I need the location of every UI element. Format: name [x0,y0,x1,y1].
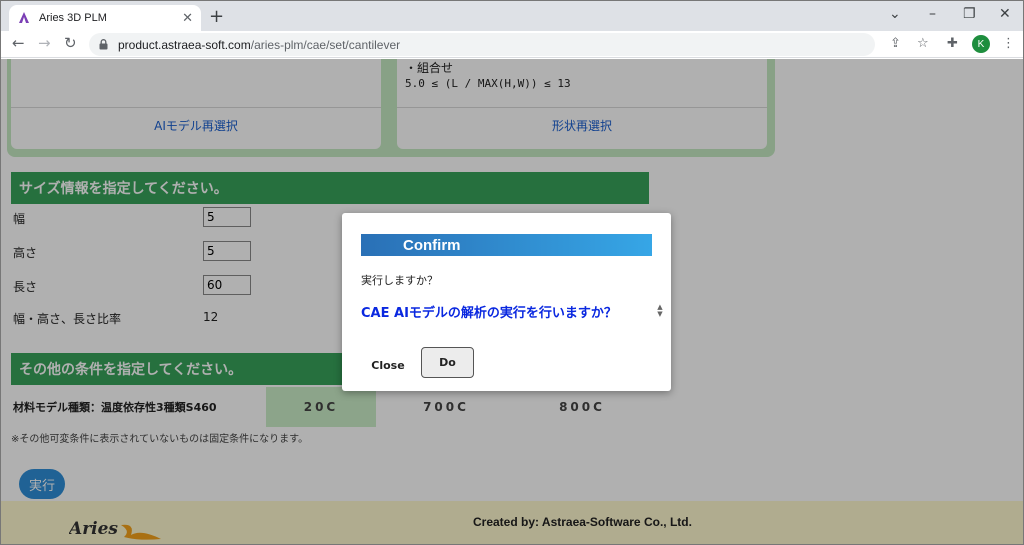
close-icon[interactable]: ✕ [182,11,193,26]
star-icon[interactable]: ☆ [917,36,929,51]
close-window-icon[interactable]: ✕ [999,6,1011,22]
dialog-subtitle: 実行しますか？ [361,274,438,287]
plus-icon[interactable]: + [209,6,224,27]
tab-title: Aries 3D PLM [39,12,107,24]
kebab-menu-icon[interactable]: ⋮ [1002,36,1015,51]
chevron-down-icon[interactable]: ⌄ [889,6,901,22]
tab-strip: Aries 3D PLM ✕ + ⌄ – ❐ ✕ [1,1,1023,31]
lock-icon [99,39,108,50]
dialog-question: CAE AIモデルの解析の実行を行いますか？ [361,306,617,321]
minimize-icon[interactable]: – [929,6,936,22]
back-arrow-icon[interactable]: ← [12,34,25,52]
do-button[interactable]: Do [421,347,474,378]
confirm-dialog: Confirm 実行しますか？ CAE AIモデルの解析の実行を行いますか？ ▲… [342,213,671,391]
browser-window: Aries 3D PLM ✕ + ⌄ – ❐ ✕ ← → ↻ product.a… [0,0,1024,545]
scroll-spinner-icon[interactable]: ▲ ▼ [654,304,666,320]
page-content: AIモデル再選択 ・組合せ 5.0 ≤ (L / MAX(H,W)) ≤ 13 … [1,59,1023,544]
browser-tab[interactable]: Aries 3D PLM ✕ [9,5,201,31]
restore-icon[interactable]: ❐ [963,6,976,22]
dialog-title: Confirm [361,234,652,256]
url-path: /aries-plm/cae/set/cantilever [250,37,401,52]
reload-icon[interactable]: ↻ [64,34,77,52]
forward-arrow-icon[interactable]: → [38,34,51,52]
url-host: product.astraea-soft.com [118,37,251,52]
share-icon[interactable]: ⇪ [890,36,901,51]
browser-toolbar: ← → ↻ product.astraea-soft.com /aries-pl… [1,31,1023,58]
profile-avatar[interactable]: K [972,35,990,53]
close-button[interactable]: Close [362,353,414,377]
address-bar[interactable]: product.astraea-soft.com /aries-plm/cae/… [89,33,875,56]
puzzle-icon[interactable]: ✚ [947,36,958,51]
aries-favicon [19,12,29,23]
